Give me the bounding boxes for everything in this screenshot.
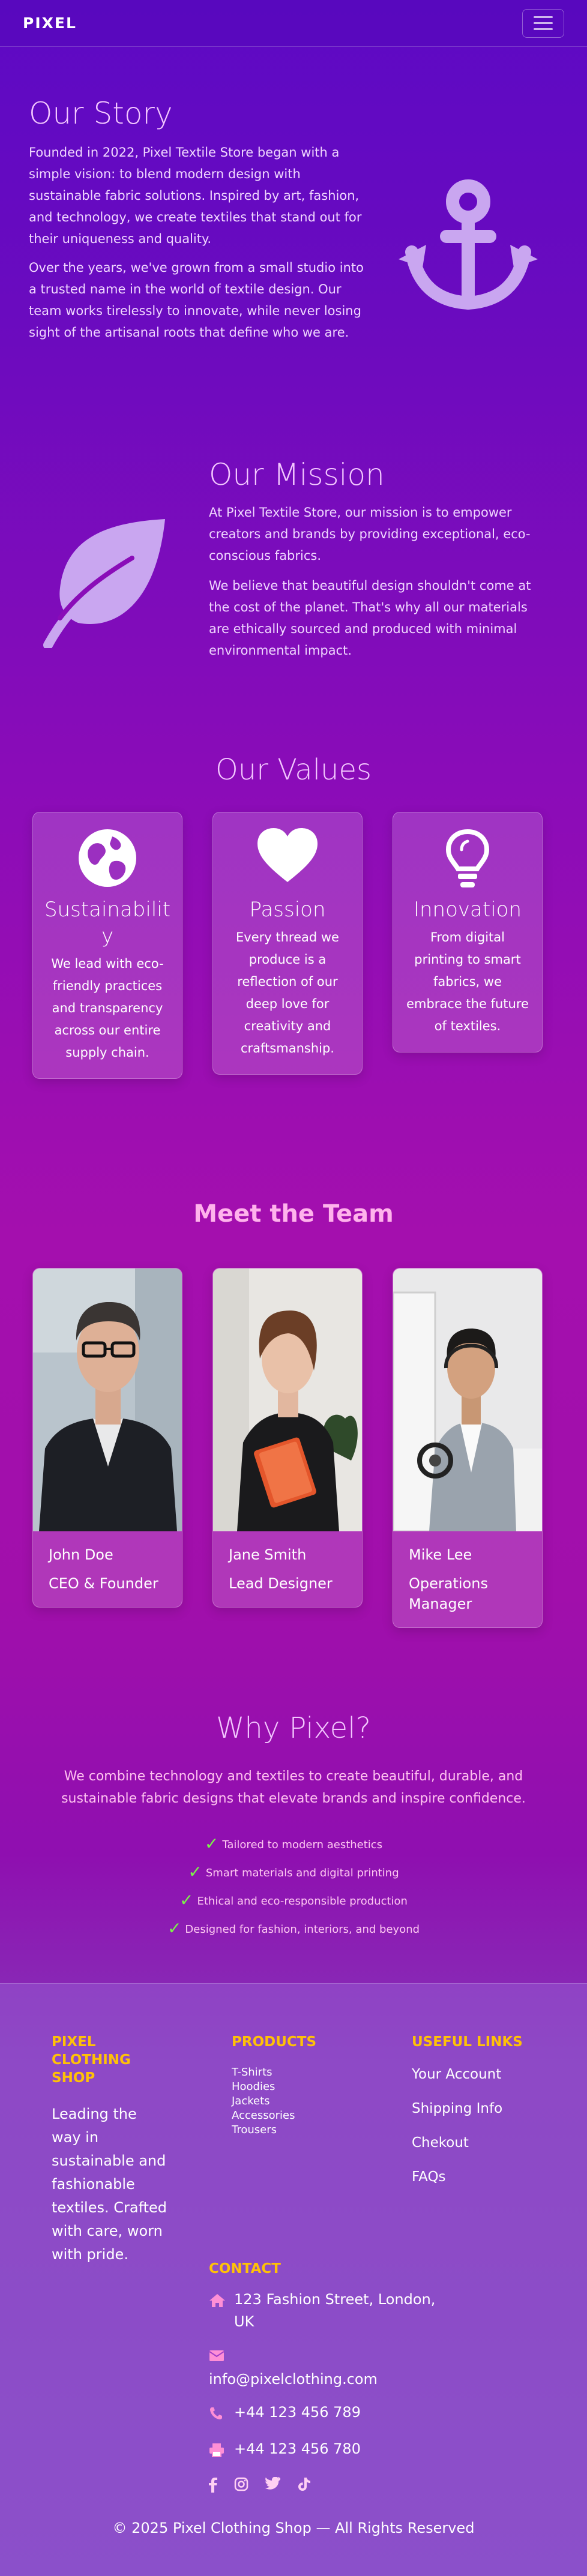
mission-section: Our Mission At Pixel Textile Store, our … [209,457,551,661]
value-title: Sustainability [44,898,171,948]
why-list: ✓ Tailored to modern aesthetics ✓ Smart ma… [0,1830,587,1943]
contact-fax: +44 123 456 780 [209,2438,449,2464]
globe-icon [79,829,136,887]
story-section: Our Story Founded in 2022, Pixel Textile… [29,96,365,343]
value-text: From digital printing to smart fabrics, … [406,930,529,1033]
footer: PIXEL CLOTHING SHOP Leading the way in s… [0,1983,587,2576]
print-icon [209,2438,234,2464]
brand-logo[interactable]: PIXEL [23,14,77,32]
footer-product-link[interactable]: Jackets [232,2094,364,2109]
value-card-passion: Passion Every thread we produce is a ref… [212,812,363,1075]
value-title: Innovation [413,898,522,922]
navbar: PIXEL [0,0,587,47]
check-icon: ✓ [179,1890,194,1910]
check-icon: ✓ [204,1834,219,1854]
facebook-icon[interactable] [209,2477,217,2493]
tiktok-icon[interactable] [298,2477,311,2491]
hamburger-icon[interactable] [522,8,564,38]
footer-link[interactable]: Shipping Info [412,2100,556,2118]
team-title: Meet the Team [193,1200,394,1228]
envelope-icon [209,2344,449,2368]
value-title: Passion [249,898,326,922]
contact-phone: +44 123 456 789 [209,2401,449,2427]
values-title: Our Values [215,753,372,787]
team-role: Lead Designer [229,1575,333,1592]
check-icon: ✓ [167,1918,182,1938]
footer-product-link[interactable]: Accessories [232,2109,364,2123]
phone-icon [209,2401,234,2427]
story-title: Our Story [29,96,173,131]
team-photo [213,1268,362,1531]
why-title: Why Pixel? [215,1711,372,1745]
mission-paragraph: At Pixel Textile Store, our mission is t… [209,505,531,563]
list-item: ✓ Ethical and eco-responsible production [179,1890,408,1910]
team-name: John Doe [49,1546,113,1563]
contact-email: info@pixelclothing.com [209,2344,449,2391]
social-links [209,2477,449,2493]
footer-useful-links: USEFUL LINKS Your Account Shipping Info … [412,2033,556,2202]
team-card: John Doe CEO & Founder [32,1268,182,1608]
about-page: PIXEL Our Story Founded in 2022, Pixel T… [0,0,587,2576]
value-card-sustainability: Sustainability We lead with eco-friendly… [32,812,182,1079]
footer-link[interactable]: Your Account [412,2065,556,2083]
footer-contact: CONTACT 123 Fashion Street, London, UK i… [209,2260,449,2493]
contact-address: 123 Fashion Street, London, UK [209,2289,449,2333]
footer-product-link[interactable]: T-Shirts [232,2065,364,2080]
twitter-icon[interactable] [265,2477,281,2490]
team-role: Operations Manager [409,1575,488,1612]
team-role: CEO & Founder [49,1575,158,1592]
footer-shop-heading: PIXEL CLOTHING SHOP [52,2034,131,2086]
story-paragraph: Over the years, we've grown from a small… [29,260,364,340]
team-photo [393,1268,542,1533]
footer-shop-description: Leading the way in sustainable and fashi… [52,2106,167,2263]
leaf-icon [43,519,165,648]
team-photo [33,1268,182,1531]
footer-links-heading: USEFUL LINKS [412,2034,523,2050]
team-name: Jane Smith [229,1546,307,1563]
story-paragraph: Founded in 2022, Pixel Textile Store beg… [29,145,362,246]
list-item: ✓ Designed for fashion, interiors, and be… [167,1918,420,1938]
team-name: Mike Lee [409,1546,472,1563]
team-card: Jane Smith Lead Designer [212,1268,363,1608]
email-link[interactable]: info@pixelclothing.com [209,2371,378,2388]
anchor-icon [399,179,538,310]
copyright: © 2025 Pixel Clothing Shop — All Rights … [112,2520,475,2536]
footer-link[interactable]: Chekout [412,2134,556,2152]
mission-paragraph: We believe that beautiful design shouldn… [209,578,531,658]
value-card-innovation: Innovation From digital printing to smar… [393,812,543,1052]
footer-product-link[interactable]: Hoodies [232,2080,364,2094]
footer-product-link[interactable]: Trousers [232,2123,364,2137]
lightbulb-icon [445,829,490,887]
why-text: We combine technology and textiles to cr… [61,1769,526,1806]
team-card: Mike Lee Operations Manager [393,1268,543,1628]
check-icon: ✓ [188,1862,202,1882]
footer-products-heading: PRODUCTS [232,2034,317,2050]
list-item: ✓ Tailored to modern aesthetics [204,1834,383,1854]
instagram-icon[interactable] [234,2477,248,2491]
home-icon [209,2289,234,2314]
heart-icon [257,828,318,882]
value-text: Every thread we produce is a reflection … [236,930,339,1055]
footer-products: PRODUCTS T-Shirts Hoodies Jackets Access… [232,2033,364,2137]
footer-contact-heading: CONTACT [209,2261,281,2277]
footer-link[interactable]: FAQs [412,2168,556,2186]
mission-title: Our Mission [209,457,385,492]
list-item: ✓ Smart materials and digital printing [188,1862,399,1882]
value-text: We lead with eco-friendly practices and … [51,956,164,1060]
footer-shop: PIXEL CLOTHING SHOP Leading the way in s… [52,2033,172,2266]
